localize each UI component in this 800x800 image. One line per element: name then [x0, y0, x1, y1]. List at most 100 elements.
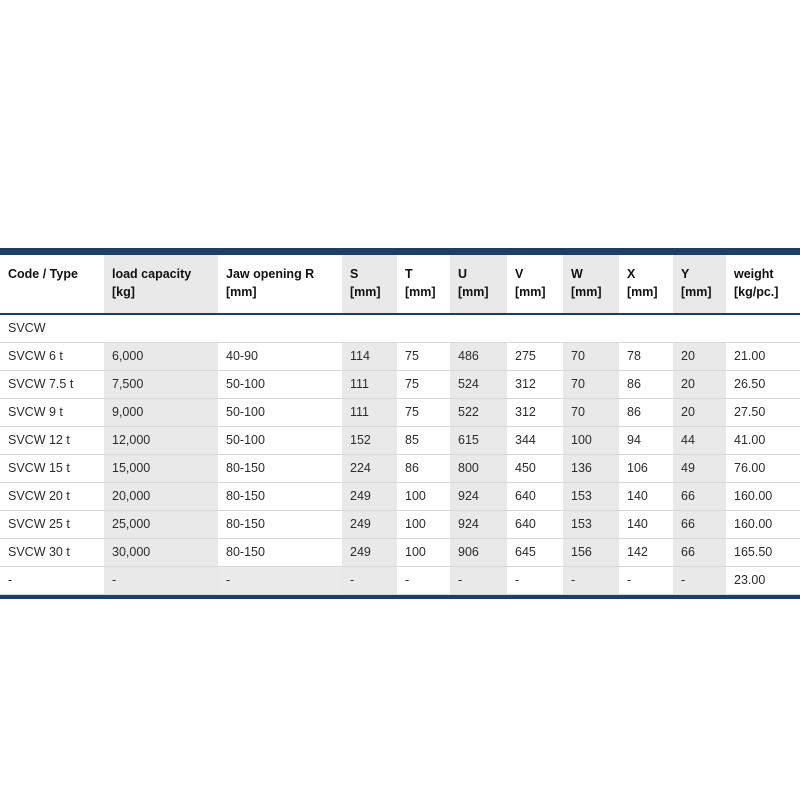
column-header-x: X [mm]: [619, 255, 673, 315]
table-cell: 49: [673, 454, 726, 484]
table-cell: -: [673, 566, 726, 596]
table-cell: 140: [619, 482, 673, 512]
column-header-w: W [mm]: [563, 255, 619, 315]
table-cell: 100: [563, 426, 619, 456]
table-cell: 160.00: [726, 510, 800, 540]
table-cell: 165.50: [726, 538, 800, 568]
table-cell: 142: [619, 538, 673, 568]
table-cell: 249: [342, 510, 397, 540]
table-cell: SVCW 12 t: [0, 426, 104, 456]
table-cell: 9,000: [104, 398, 218, 428]
table-cell: -: [0, 566, 104, 596]
table-cell: 275: [507, 342, 563, 372]
table-cell: 106: [619, 454, 673, 484]
table-cell: 114: [342, 342, 397, 372]
table-cell: SVCW 9 t: [0, 398, 104, 428]
table-cell: 26.50: [726, 370, 800, 400]
column-header-y: Y [mm]: [673, 255, 726, 315]
table-row[interactable]: SVCW 12 t 12,000 50-100 152 85 615 344 100 94 44 4…: [0, 426, 800, 456]
column-header-s: S [mm]: [342, 255, 397, 315]
table-cell: 640: [507, 510, 563, 540]
table-cell: 80-150: [218, 454, 342, 484]
table-cell: 80-150: [218, 510, 342, 540]
table-cell: -: [563, 566, 619, 596]
table-cell: 249: [342, 538, 397, 568]
group-row-label: SVCW: [0, 313, 800, 344]
column-header-unit: [kg]: [112, 285, 135, 300]
table-cell: 12,000: [104, 426, 218, 456]
table-cell: 15,000: [104, 454, 218, 484]
table-cell: -: [450, 566, 507, 596]
table-cell: 100: [397, 510, 450, 540]
page-root: Code / Type load capacity [kg] Jaw openi…: [0, 0, 800, 800]
table-cell: 6,000: [104, 342, 218, 372]
table-cell: -: [507, 566, 563, 596]
column-header-label: Code / Type: [8, 267, 78, 281]
column-header-unit: [kg/pc.]: [734, 285, 779, 300]
table-cell: 249: [342, 482, 397, 512]
table-cell: 224: [342, 454, 397, 484]
table-row[interactable]: SVCW 15 t 15,000 80-150 224 86 800 450 136 106 49…: [0, 454, 800, 484]
column-header-unit: [mm]: [515, 285, 546, 300]
column-header-label: U: [458, 267, 468, 281]
column-header-label: load capacity: [112, 267, 192, 281]
table-cell: 20: [673, 370, 726, 400]
table-cell: 153: [563, 482, 619, 512]
table-cell: 75: [397, 342, 450, 372]
column-header-label: Jaw opening R: [226, 267, 315, 281]
column-header-unit: [mm]: [226, 285, 257, 300]
table-cell: SVCW 30 t: [0, 538, 104, 568]
table-top-rule: [0, 248, 800, 255]
column-header-unit: [mm]: [627, 285, 658, 300]
column-header-weight: weight [kg/pc.]: [726, 255, 800, 315]
table-cell: 522: [450, 398, 507, 428]
table-cell: 800: [450, 454, 507, 484]
table-cell: 66: [673, 538, 726, 568]
table-cell: 44: [673, 426, 726, 456]
table-row[interactable]: SVCW 30 t 30,000 80-150 249 100 906 645 156 142 6…: [0, 538, 800, 568]
column-header-label: V: [515, 267, 524, 281]
table-cell: 7,500: [104, 370, 218, 400]
table-cell: 486: [450, 342, 507, 372]
column-header-label: W: [571, 267, 583, 281]
table-cell: 153: [563, 510, 619, 540]
column-header-jaw-opening-r: Jaw opening R [mm]: [218, 255, 342, 315]
table-cell: 70: [563, 342, 619, 372]
column-header-load-capacity: load capacity [kg]: [104, 255, 218, 315]
table-cell: 21.00: [726, 342, 800, 372]
column-header-v: V [mm]: [507, 255, 563, 315]
table-cell: 100: [397, 482, 450, 512]
table-cell: 312: [507, 370, 563, 400]
table-cell: 450: [507, 454, 563, 484]
table-row[interactable]: SVCW 6 t 6,000 40-90 114 75 486 275 70 78 20 21.00: [0, 342, 800, 372]
table-bottom-rule: [0, 595, 800, 600]
table-cell: 40-90: [218, 342, 342, 372]
table-cell: 66: [673, 482, 726, 512]
table-row[interactable]: SVCW 9 t 9,000 50-100 111 75 522 312 70 86 20 27.5…: [0, 398, 800, 428]
table-body: SVCW SVCW 6 t 6,000 40-90 114 75 486 275 70 78 20…: [0, 313, 800, 596]
table-cell: 152: [342, 426, 397, 456]
table-row[interactable]: - - - - - - - - - -23.00: [0, 566, 800, 596]
table-cell: 78: [619, 342, 673, 372]
column-header-unit: [mm]: [405, 285, 436, 300]
table-cell: SVCW 20 t: [0, 482, 104, 512]
table-group-row: SVCW: [0, 313, 800, 344]
table-row[interactable]: SVCW 20 t 20,000 80-150 249 100 924 640 153 140 6…: [0, 482, 800, 512]
table-cell: 140: [619, 510, 673, 540]
table-cell: 70: [563, 398, 619, 428]
table-row[interactable]: SVCW 25 t 25,000 80-150 249 100 924 640 153 140 6…: [0, 510, 800, 540]
table-cell: 41.00: [726, 426, 800, 456]
table-cell: 70: [563, 370, 619, 400]
table-cell: 23.00: [726, 566, 800, 596]
table-cell: 85: [397, 426, 450, 456]
table-cell: 160.00: [726, 482, 800, 512]
table-cell: SVCW 6 t: [0, 342, 104, 372]
table-cell: 645: [507, 538, 563, 568]
column-header-label: S: [350, 267, 359, 281]
table-cell: 30,000: [104, 538, 218, 568]
column-header-unit: [mm]: [681, 285, 712, 300]
table-cell: 924: [450, 482, 507, 512]
table-row[interactable]: SVCW 7.5 t 7,500 50-100 111 75 524 312 70 86 20 26…: [0, 370, 800, 400]
column-header-unit: [mm]: [458, 285, 489, 300]
column-header-label: T: [405, 267, 413, 281]
